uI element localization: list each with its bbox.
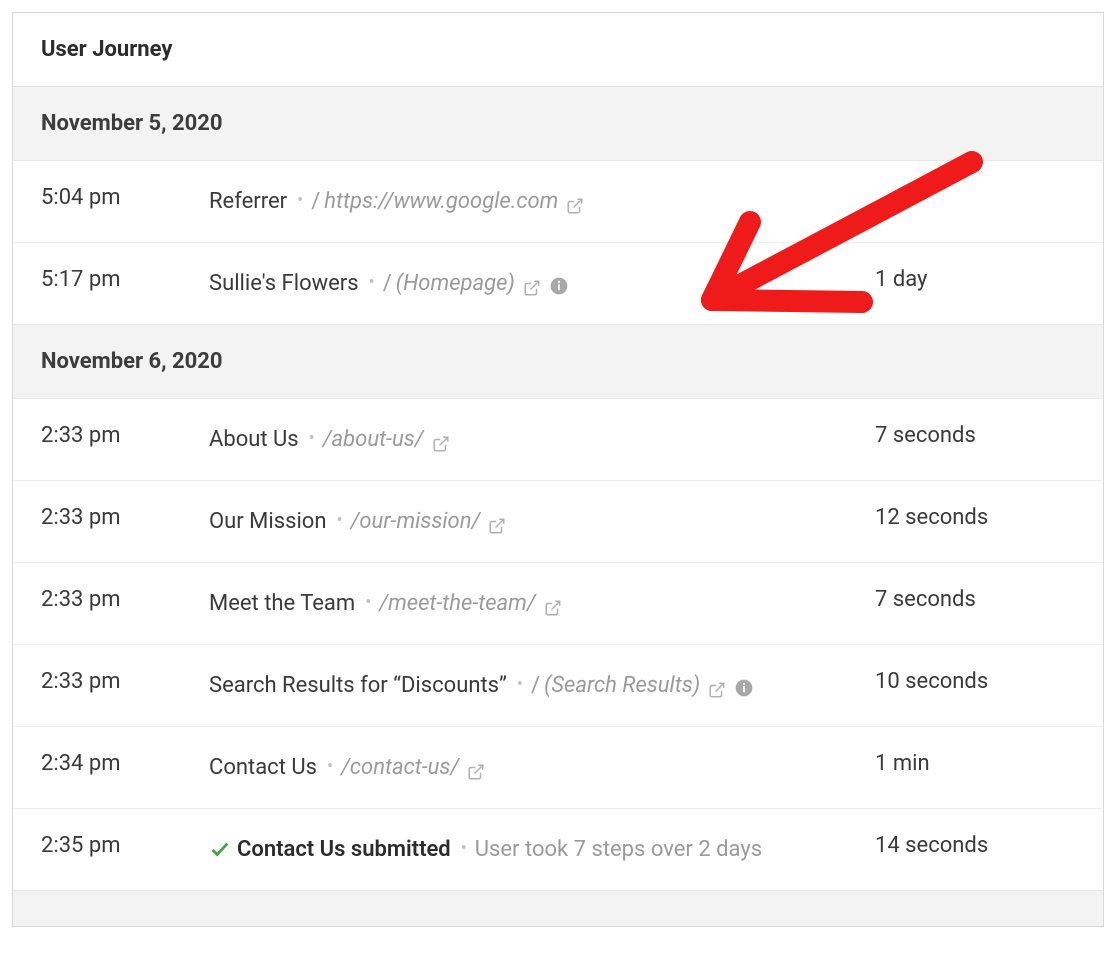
panel-title: User Journey — [41, 37, 1075, 62]
info-icon[interactable] — [549, 273, 569, 293]
panel-footer-space — [13, 890, 1103, 926]
separator-dot: • — [297, 190, 303, 211]
entry-main: Search Results for “Discounts” • /(Search … — [209, 669, 875, 702]
entry-title: Search Results for “Discounts” — [209, 673, 507, 698]
entry-duration: 1 min — [875, 751, 1075, 776]
entry-main: Contact Us • /contact-us/ — [209, 751, 875, 784]
journey-entry: 5:17 pmSullie's Flowers • /(Homepage) 1 day — [13, 243, 1103, 325]
entry-duration: 14 seconds — [875, 833, 1075, 858]
entry-title: Referrer — [209, 189, 287, 214]
external-link-icon[interactable] — [544, 594, 562, 612]
external-link-icon[interactable] — [566, 192, 584, 210]
entry-duration: 7 seconds — [875, 423, 1075, 448]
entry-time: 5:17 pm — [41, 267, 209, 292]
external-link-icon[interactable] — [488, 512, 506, 530]
journey-entry: 2:34 pmContact Us • /contact-us/1 min — [13, 727, 1103, 809]
entry-path: /meet-the-team/ — [379, 591, 535, 616]
entry-duration: 7 seconds — [875, 587, 1075, 612]
entry-path: /our-mission/ — [351, 509, 481, 534]
entry-path: /https://www.google.com — [311, 189, 558, 214]
entry-main: Referrer • /https://www.google.com — [209, 185, 875, 218]
entry-path: /contact-us/ — [341, 755, 459, 780]
entry-main: Meet the Team • /meet-the-team/ — [209, 587, 875, 620]
entry-main: Our Mission • /our-mission/ — [209, 505, 875, 538]
separator-dot: • — [369, 272, 375, 293]
entry-main: Contact Us submitted • User took 7 steps o… — [209, 833, 875, 866]
entry-main: About Us • /about-us/ — [209, 423, 875, 456]
separator-dot: • — [461, 838, 467, 859]
entry-path: /about-us/ — [323, 427, 424, 452]
separator-dot: • — [327, 756, 333, 777]
entry-time: 2:34 pm — [41, 751, 209, 776]
journey-entry: 2:33 pmAbout Us • /about-us/7 seconds — [13, 399, 1103, 481]
separator-dot: • — [309, 428, 315, 449]
entry-time: 2:33 pm — [41, 423, 209, 448]
external-link-icon[interactable] — [432, 430, 450, 448]
external-link-icon[interactable] — [467, 758, 485, 776]
entry-time: 2:33 pm — [41, 669, 209, 694]
user-journey-panel: User Journey November 5, 20205:04 pmRefe… — [12, 12, 1104, 927]
entry-duration: 10 seconds — [875, 669, 1075, 694]
separator-dot: • — [337, 510, 343, 531]
journey-entry: 2:33 pmMeet the Team • /meet-the-team/7 se… — [13, 563, 1103, 645]
entry-time: 2:35 pm — [41, 833, 209, 858]
journey-entry: 2:35 pm Contact Us submitted • User took 7 … — [13, 809, 1103, 890]
entry-title: Contact Us submitted — [237, 837, 451, 862]
info-icon[interactable] — [734, 675, 754, 695]
journey-entry: 2:33 pmSearch Results for “Discounts” • /(… — [13, 645, 1103, 727]
entry-title: About Us — [209, 427, 299, 452]
entry-title: Meet the Team — [209, 591, 355, 616]
external-link-icon[interactable] — [523, 274, 541, 292]
entry-title: Sullie's Flowers — [209, 271, 359, 296]
entry-title: Our Mission — [209, 509, 327, 534]
check-icon — [209, 837, 231, 859]
journey-entry: 5:04 pmReferrer • /https://www.google.com — [13, 161, 1103, 243]
entry-time: 2:33 pm — [41, 505, 209, 530]
entry-path: /(Search Results) — [531, 673, 700, 698]
entry-meta: User took 7 steps over 2 days — [475, 837, 762, 862]
journey-entry: 2:33 pmOur Mission • /our-mission/12 secon… — [13, 481, 1103, 563]
panel-header: User Journey — [13, 13, 1103, 87]
separator-dot: • — [365, 592, 371, 613]
entry-duration: 12 seconds — [875, 505, 1075, 530]
external-link-icon[interactable] — [708, 676, 726, 694]
separator-dot: • — [517, 674, 523, 695]
entry-duration: 1 day — [875, 267, 1075, 292]
date-group-header: November 6, 2020 — [13, 325, 1103, 399]
entry-time: 2:33 pm — [41, 587, 209, 612]
entry-path: /(Homepage) — [383, 271, 515, 296]
date-group-header: November 5, 2020 — [13, 87, 1103, 161]
entry-title: Contact Us — [209, 755, 317, 780]
entry-time: 5:04 pm — [41, 185, 209, 210]
entry-main: Sullie's Flowers • /(Homepage) — [209, 267, 875, 300]
